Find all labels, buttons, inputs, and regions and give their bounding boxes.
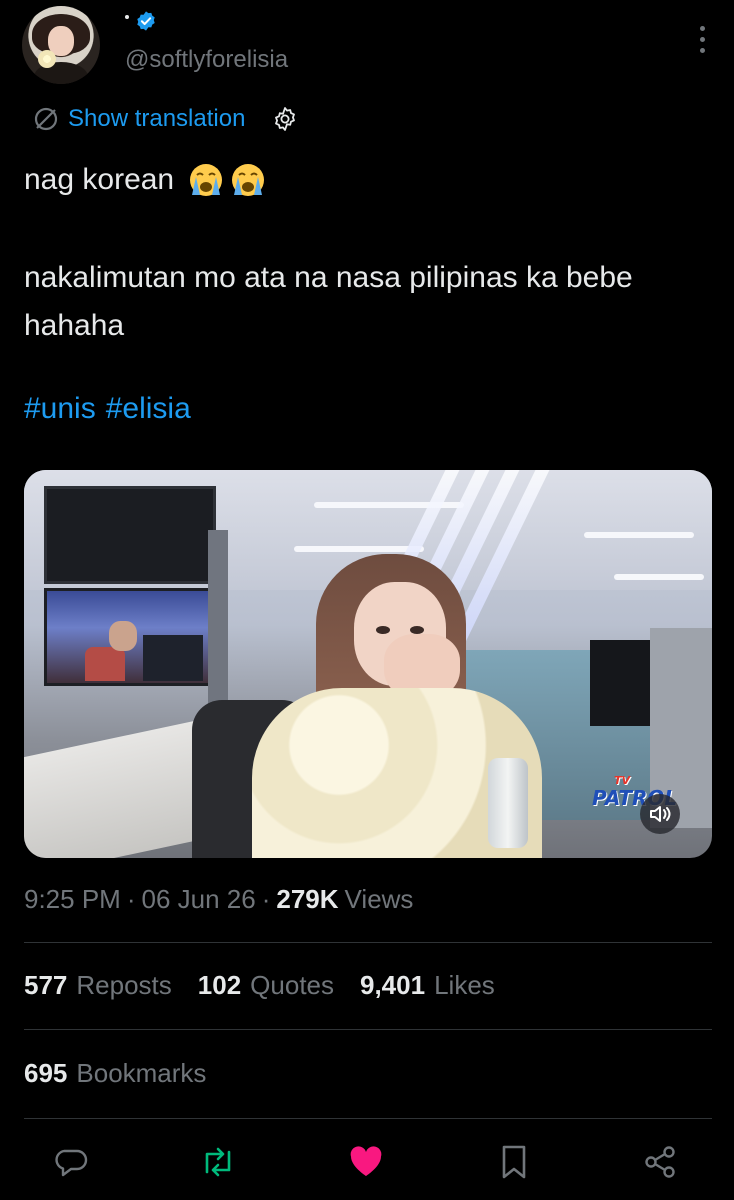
tweet-date[interactable]: 06 Jun 26	[142, 884, 256, 915]
hashtag-link[interactable]: #unis	[24, 392, 96, 425]
reply-button[interactable]	[52, 1140, 92, 1184]
speaker-muted-icon[interactable]	[640, 794, 680, 834]
reposts-stat[interactable]: 577 Reposts	[24, 970, 172, 1001]
divider	[24, 1118, 712, 1119]
tweet-header: @softlyforelisia	[22, 6, 712, 86]
hashtag-link[interactable]: #elisia	[106, 392, 191, 425]
gear-icon[interactable]	[271, 105, 299, 133]
quotes-stat[interactable]: 102 Quotes	[198, 970, 334, 1001]
tweet-text-line2: nakalimutan mo ata na nasa pilipinas ka …	[24, 261, 633, 342]
repost-button[interactable]	[198, 1140, 238, 1184]
more-options-icon[interactable]	[700, 26, 706, 56]
loudly-crying-face-icon	[190, 164, 223, 196]
display-name-glyph	[125, 15, 129, 19]
bookmark-button[interactable]	[494, 1140, 534, 1184]
loudly-crying-face-icon	[232, 164, 265, 196]
views-label: Views	[344, 884, 414, 914]
hashtags: #unis #elisia	[24, 392, 201, 426]
tweet-text: nag korean	[24, 163, 175, 196]
translate-icon	[34, 107, 58, 131]
video-thumbnail[interactable]: TV PATROL	[24, 470, 712, 858]
chat-bubble-icon	[55, 1149, 88, 1177]
tweet-meta: 9:25 PM · 06 Jun 26 · 279K Views	[24, 884, 414, 915]
show-translation-link[interactable]: Show translation	[68, 105, 245, 133]
action-bar	[0, 1140, 734, 1190]
tweet-text-line1: nag korean	[24, 162, 266, 198]
bookmark-icon	[502, 1145, 526, 1179]
tweet-time[interactable]: 9:25 PM	[24, 884, 121, 915]
likes-stat[interactable]: 9,401 Likes	[360, 970, 495, 1001]
divider	[24, 1029, 712, 1030]
translation-row: Show translation	[32, 103, 299, 135]
divider	[24, 942, 712, 943]
heart-icon	[350, 1146, 382, 1176]
avatar[interactable]	[22, 6, 100, 84]
verified-badge-icon	[137, 11, 155, 31]
engagement-stats: 577 Reposts 102 Quotes 9,401 Likes	[24, 970, 521, 1001]
share-icon	[645, 1146, 675, 1178]
author-handle[interactable]: @softlyforelisia	[125, 46, 288, 74]
share-button[interactable]	[640, 1140, 680, 1184]
like-button[interactable]	[346, 1140, 386, 1184]
bookmarks-stat[interactable]: 695 Bookmarks	[24, 1058, 206, 1089]
views-count: 279K	[276, 884, 339, 914]
repost-icon	[205, 1147, 231, 1177]
